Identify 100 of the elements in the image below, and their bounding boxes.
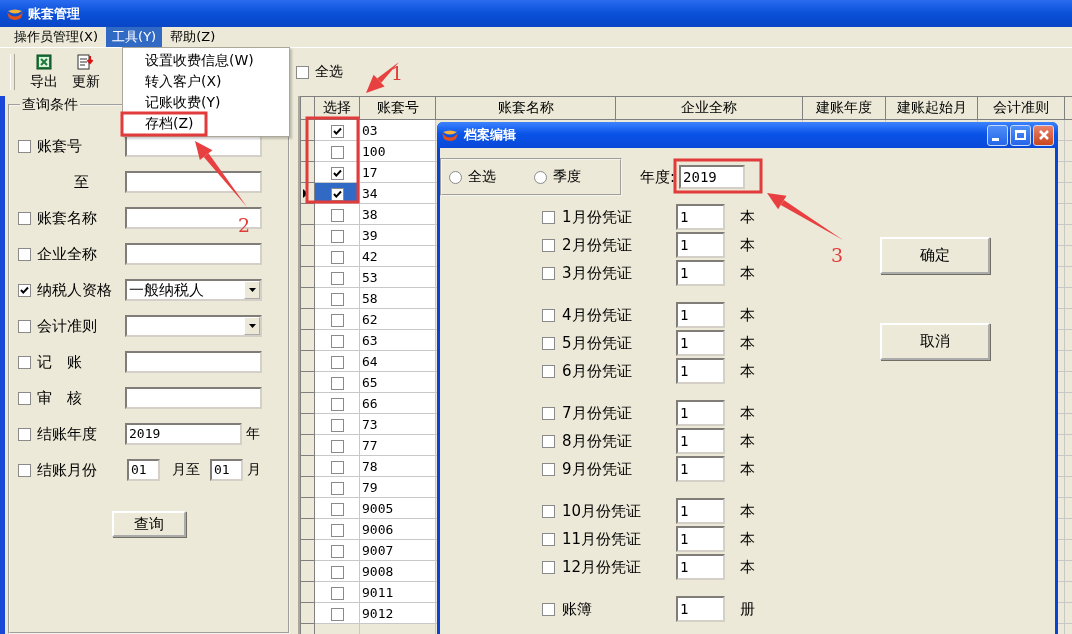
text-field[interactable]: 1 xyxy=(676,302,725,328)
checkbox[interactable] xyxy=(542,434,555,448)
checkbox[interactable] xyxy=(542,210,555,224)
combo-box[interactable] xyxy=(125,315,262,337)
checkbox[interactable] xyxy=(18,139,31,153)
checkbox[interactable] xyxy=(330,208,344,222)
checkbox[interactable] xyxy=(330,523,344,537)
text-field[interactable]: 1 xyxy=(676,260,725,286)
checkbox[interactable] xyxy=(18,211,31,225)
checkbox[interactable] xyxy=(330,124,344,138)
checkbox[interactable] xyxy=(542,602,555,616)
checkbox[interactable] xyxy=(330,313,344,327)
checkbox[interactable] xyxy=(330,607,344,621)
checkbox[interactable] xyxy=(542,560,555,574)
checkbox[interactable] xyxy=(542,364,555,378)
checkbox[interactable] xyxy=(330,565,344,579)
checkbox-label: 1月份凭证 xyxy=(562,207,633,227)
checkbox[interactable] xyxy=(330,544,344,558)
checkbox[interactable] xyxy=(330,271,344,285)
text-field[interactable]: 1 xyxy=(676,456,725,482)
menu-item[interactable]: 存档(Z) xyxy=(145,113,289,134)
checkbox[interactable] xyxy=(18,463,31,477)
text-field[interactable] xyxy=(125,171,262,193)
column-header[interactable]: 建账年度 xyxy=(802,96,886,120)
text-field[interactable]: 1 xyxy=(676,204,725,230)
field-label: 记 账 xyxy=(37,352,83,372)
checkbox[interactable] xyxy=(296,65,309,79)
radio-button[interactable] xyxy=(534,170,547,184)
text-field[interactable]: 1 xyxy=(676,554,725,580)
checkbox[interactable] xyxy=(330,292,344,306)
column-header[interactable]: 会计准则 xyxy=(977,96,1065,120)
checkbox[interactable] xyxy=(542,336,555,350)
checkbox[interactable] xyxy=(18,355,31,369)
close-button[interactable] xyxy=(1033,124,1054,146)
checkbox[interactable] xyxy=(330,250,344,264)
text-field[interactable]: 1 xyxy=(676,526,725,552)
menu-item[interactable]: 工具(Y) xyxy=(106,27,163,47)
checkbox-label: 全选 xyxy=(315,63,343,81)
checkbox[interactable] xyxy=(542,406,555,420)
cancel-button[interactable]: 取消 xyxy=(880,323,990,360)
menu-item[interactable]: 记账收费(Y) xyxy=(145,92,289,113)
checkbox[interactable] xyxy=(330,187,344,201)
text-field[interactable]: 1 xyxy=(676,232,725,258)
menu-item[interactable]: 转入客户(X) xyxy=(145,71,289,92)
text-field[interactable]: 1 xyxy=(676,498,725,524)
unit-label: 月至 xyxy=(172,461,200,479)
checkbox[interactable] xyxy=(542,238,555,252)
refresh-button[interactable]: 更新 xyxy=(71,51,101,93)
query-button[interactable]: 查询 xyxy=(112,511,186,537)
checkbox[interactable] xyxy=(18,391,31,405)
field-label: 结账年度 xyxy=(37,424,98,444)
menu-item[interactable]: 帮助(Z) xyxy=(164,27,222,47)
checkbox[interactable] xyxy=(18,283,31,297)
checkbox[interactable] xyxy=(542,266,555,280)
export-button[interactable]: 导出 xyxy=(29,51,59,93)
checkbox[interactable] xyxy=(18,427,31,441)
combo-box[interactable]: 一般纳税人 xyxy=(125,279,262,301)
ok-button[interactable]: 确定 xyxy=(880,237,990,274)
text-field[interactable] xyxy=(125,243,262,265)
field-label: 年度: xyxy=(640,167,676,187)
text-field[interactable]: 01 xyxy=(127,459,160,481)
text-field[interactable]: 1 xyxy=(676,400,725,426)
radio-button[interactable] xyxy=(449,170,462,184)
checkbox[interactable] xyxy=(330,502,344,516)
checkbox[interactable] xyxy=(542,308,555,322)
text-field[interactable]: 2019 xyxy=(125,423,242,445)
menu-item[interactable]: 设置收费信息(W) xyxy=(145,50,289,71)
checkbox[interactable] xyxy=(330,166,344,180)
column-header[interactable]: 企业全称 xyxy=(615,96,803,120)
checkbox[interactable] xyxy=(330,418,344,432)
column-header[interactable]: 账套号 xyxy=(359,96,436,120)
text-field[interactable]: 1 xyxy=(676,358,725,384)
checkbox[interactable] xyxy=(330,460,344,474)
text-field[interactable]: 1 xyxy=(676,330,725,356)
text-field[interactable]: 1 xyxy=(676,596,725,622)
checkbox[interactable] xyxy=(542,462,555,476)
checkbox[interactable] xyxy=(330,586,344,600)
checkbox[interactable] xyxy=(330,376,344,390)
menu-item[interactable]: 操作员管理(X) xyxy=(8,27,105,47)
column-header[interactable]: 建账起始月 xyxy=(885,96,978,120)
minimize-button[interactable] xyxy=(987,124,1008,146)
text-field[interactable] xyxy=(125,387,262,409)
text-field[interactable]: 2019 xyxy=(679,165,746,189)
column-header[interactable]: 账套名称 xyxy=(435,96,616,120)
checkbox[interactable] xyxy=(330,397,344,411)
checkbox[interactable] xyxy=(330,334,344,348)
unit-label: 本 xyxy=(740,263,755,283)
text-field[interactable]: 01 xyxy=(210,459,243,481)
checkbox[interactable] xyxy=(542,504,555,518)
text-field[interactable]: 1 xyxy=(676,428,725,454)
checkbox[interactable] xyxy=(330,481,344,495)
checkbox[interactable] xyxy=(18,247,31,261)
checkbox[interactable] xyxy=(330,145,344,159)
checkbox[interactable] xyxy=(18,319,31,333)
checkbox[interactable] xyxy=(542,532,555,546)
text-field[interactable] xyxy=(125,351,262,373)
checkbox[interactable] xyxy=(330,355,344,369)
checkbox[interactable] xyxy=(330,229,344,243)
checkbox[interactable] xyxy=(330,439,344,453)
maximize-button[interactable] xyxy=(1010,124,1031,146)
